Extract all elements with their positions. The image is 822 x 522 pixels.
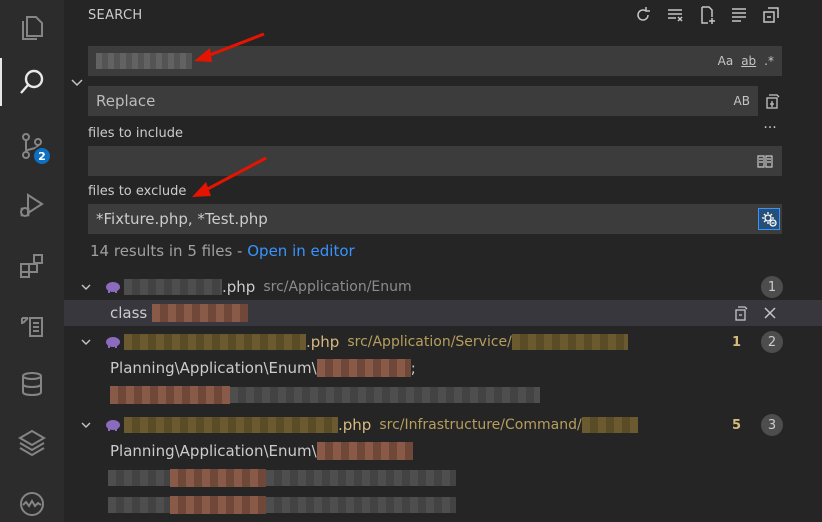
match-context-redacted — [108, 470, 170, 486]
filename-redacted — [124, 417, 338, 433]
match-context-redacted — [108, 497, 170, 513]
view-as-tree-icon[interactable] — [728, 4, 750, 26]
extensions-icon[interactable] — [0, 238, 64, 294]
path-redacted — [581, 417, 638, 433]
chevron-down-icon[interactable] — [70, 76, 84, 90]
filename-redacted — [124, 334, 306, 350]
modified-count: 1 — [732, 334, 742, 350]
new-search-editor-icon[interactable] — [696, 4, 718, 26]
match-context-redacted — [230, 387, 540, 403]
file-result-row[interactable]: .php src/Application/Enum 1 — [64, 274, 822, 300]
files-exclude-input[interactable]: *Fixture.php, *Test.php — [88, 204, 782, 234]
php-elephant-icon — [106, 420, 120, 431]
match-row[interactable]: class — [64, 300, 822, 326]
replace-input[interactable]: Replace AB — [88, 86, 758, 116]
open-in-editor-link[interactable]: Open in editor — [247, 242, 354, 260]
use-exclude-settings-icon[interactable] — [758, 208, 780, 230]
file-result-row[interactable]: .php src/Infrastructure/Command/ 5 3 — [64, 412, 822, 438]
clear-results-icon[interactable] — [664, 4, 686, 26]
more-options-icon[interactable]: ··· — [760, 118, 780, 138]
refresh-icon[interactable] — [632, 4, 654, 26]
match-count-badge: 1 — [761, 276, 783, 298]
file-path: src/Application/Enum — [263, 279, 412, 295]
match-row[interactable]: Planning\Application\Enum\ — [64, 438, 822, 464]
header-actions — [632, 4, 782, 26]
exclude-label: files to exclude — [88, 184, 187, 199]
remote-explorer-icon[interactable] — [0, 298, 64, 354]
include-label: files to include — [88, 126, 183, 141]
file-path: src/Application/Service/ — [347, 334, 512, 350]
scm-badge: 2 — [32, 146, 52, 166]
dismiss-icon[interactable] — [760, 303, 780, 323]
open-editors-only-icon[interactable] — [756, 153, 774, 173]
match-case-button[interactable]: Aa — [718, 53, 734, 69]
database-icon[interactable] — [0, 356, 64, 412]
chevron-down-icon[interactable] — [80, 419, 92, 431]
search-panel: SEARCH Aa ab .* Replace AB ··· files to … — [64, 0, 822, 522]
match-redacted — [170, 469, 266, 487]
chevron-down-icon[interactable] — [80, 281, 92, 293]
whole-word-button[interactable]: ab — [741, 53, 756, 69]
modified-count: 5 — [732, 417, 742, 433]
file-result-row[interactable]: .php src/Application/Service/ 1 2 — [64, 329, 822, 355]
match-count-badge: 2 — [761, 331, 783, 353]
match-row[interactable]: Planning\Application\Enum\ ; — [64, 355, 822, 381]
replace-all-icon[interactable] — [762, 91, 782, 111]
match-context-redacted — [266, 470, 456, 486]
match-row[interactable] — [64, 492, 822, 518]
match-redacted — [170, 496, 266, 514]
monitor-icon[interactable] — [0, 476, 64, 522]
preserve-case-button[interactable]: AB — [734, 93, 750, 109]
php-elephant-icon — [106, 282, 120, 293]
php-elephant-icon — [106, 337, 120, 348]
results-summary: 14 results in 5 files - Open in editor — [90, 242, 355, 260]
explorer-icon[interactable] — [0, 0, 64, 56]
file-path: src/Infrastructure/Command/ — [379, 417, 582, 433]
match-redacted — [316, 359, 411, 377]
exclude-value: *Fixture.php, *Test.php — [96, 210, 268, 228]
match-redacted — [152, 304, 249, 322]
regex-button[interactable]: .* — [764, 53, 774, 69]
run-debug-icon[interactable] — [0, 178, 64, 234]
search-icon[interactable] — [0, 54, 64, 110]
replace-placeholder: Replace — [96, 92, 156, 110]
search-query-redacted — [96, 53, 192, 69]
panel-title: SEARCH — [88, 8, 143, 23]
layers-icon[interactable] — [0, 414, 64, 470]
filename-redacted — [124, 279, 222, 295]
match-count-badge: 3 — [761, 414, 783, 436]
match-redacted — [316, 442, 413, 460]
source-control-icon[interactable] — [0, 118, 64, 174]
chevron-down-icon[interactable] — [80, 336, 92, 348]
annotation-arrow-search — [194, 32, 265, 62]
replace-icon[interactable] — [730, 303, 750, 323]
collapse-all-icon[interactable] — [760, 4, 782, 26]
activity-bar: 2 — [0, 0, 64, 522]
match-context-redacted — [266, 497, 456, 513]
match-row[interactable] — [64, 465, 822, 491]
match-row[interactable] — [64, 382, 822, 408]
match-redacted — [110, 386, 230, 404]
annotation-arrow-exclude — [192, 156, 267, 197]
path-redacted — [511, 334, 628, 350]
